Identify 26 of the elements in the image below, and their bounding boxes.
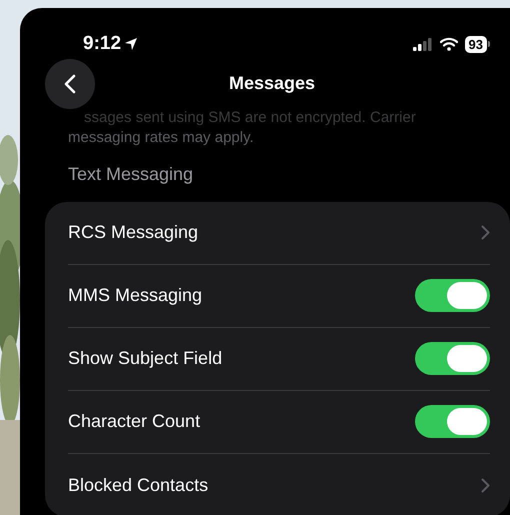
settings-row[interactable]: Character Count bbox=[68, 390, 490, 454]
row-label: Blocked Contacts bbox=[68, 474, 208, 496]
location-arrow-icon bbox=[124, 37, 138, 52]
footnote-text: messaging rates may apply. bbox=[68, 128, 255, 146]
settings-row[interactable]: Show Subject Field bbox=[68, 328, 490, 390]
row-label: MMS Messaging bbox=[68, 284, 202, 307]
back-chevron-icon bbox=[64, 74, 76, 94]
toggle-switch[interactable] bbox=[415, 279, 490, 312]
wifi-icon bbox=[440, 37, 458, 52]
back-button[interactable] bbox=[45, 58, 95, 108]
battery-level: 93 bbox=[464, 36, 487, 53]
nav-title: Messages bbox=[229, 72, 316, 95]
row-label: Character Count bbox=[68, 410, 200, 433]
chevron-icon bbox=[481, 478, 490, 492]
footnote-text: ssages sent using SMS are not encrypted. Carrier bbox=[84, 108, 416, 128]
settings-row[interactable]: Blocked Contacts bbox=[68, 454, 490, 515]
settings-row[interactable]: MMS Messaging bbox=[68, 264, 490, 328]
settings-row[interactable]: RCS Messaging bbox=[68, 202, 490, 264]
signal-icon bbox=[412, 38, 433, 51]
toggle-switch[interactable] bbox=[415, 342, 490, 375]
toggle-switch[interactable] bbox=[415, 405, 490, 438]
section-header: Text Messaging bbox=[68, 162, 194, 186]
chevron-icon bbox=[481, 225, 490, 240]
row-label: Show Subject Field bbox=[68, 347, 222, 370]
status-time: 9:12 bbox=[83, 32, 122, 56]
row-label: RCS Messaging bbox=[68, 221, 198, 244]
